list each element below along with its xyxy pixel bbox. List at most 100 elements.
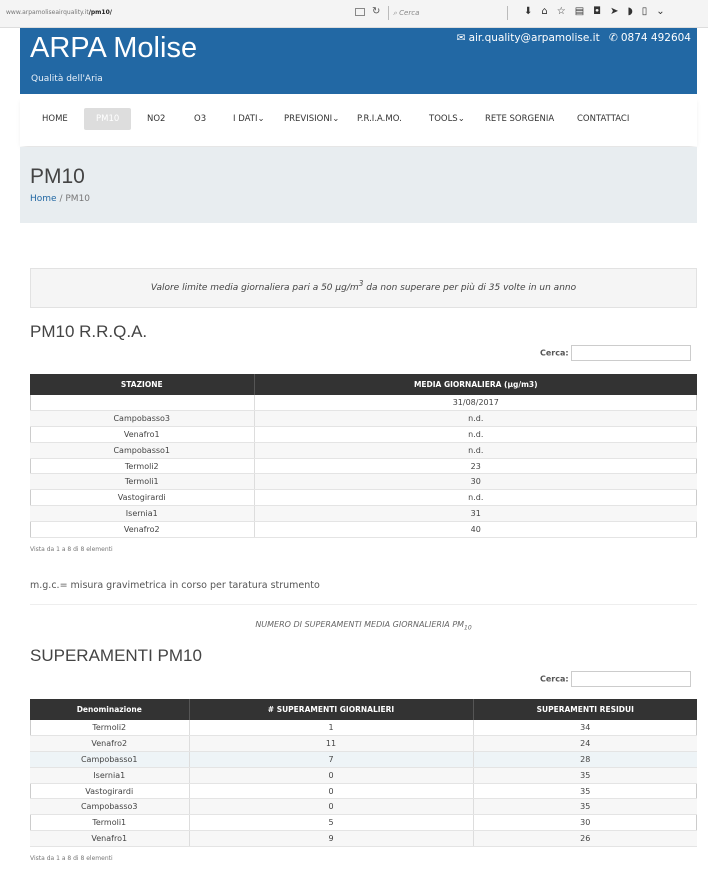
table-cell: Venafro2 bbox=[30, 521, 255, 538]
nav-previsioni[interactable]: PREVISIONI⌄ bbox=[284, 108, 339, 130]
pocket-icon[interactable]: ◘ bbox=[593, 6, 610, 17]
nav-contattaci[interactable]: CONTATTACI bbox=[577, 108, 629, 130]
envelope-icon: ✉ bbox=[456, 32, 466, 44]
overflow-icon[interactable]: ⌄ bbox=[656, 6, 673, 17]
rrqa-col-stazione[interactable]: STAZIONE bbox=[30, 374, 255, 395]
table-row: Termoli2 23 bbox=[30, 458, 697, 475]
nav-home[interactable]: HOME bbox=[42, 108, 68, 130]
superamenti-section-title: SUPERAMENTI PM10 bbox=[30, 646, 202, 665]
table-cell: Campobasso1 bbox=[30, 751, 190, 768]
site-header: ARPA Molise Qualità dell'Aria ✉ air.quali… bbox=[20, 28, 697, 94]
toolbar-icons: ⬇⌂☆▤◘➤◗▯⌄ bbox=[524, 6, 674, 17]
table-cell: Termoli1 bbox=[30, 814, 190, 832]
rrqa-table-info: Vista da 1 a 8 di 8 elementi bbox=[30, 546, 113, 553]
superamenti-search-input[interactable] bbox=[570, 671, 691, 687]
site-brand[interactable]: ARPA Molise bbox=[30, 32, 197, 65]
table-cell: n.d. bbox=[254, 442, 697, 459]
table-cell: 30 bbox=[254, 473, 697, 491]
table-cell: 26 bbox=[473, 830, 697, 847]
nav-tools-label: TOOLS bbox=[429, 114, 458, 124]
site-tagline: Qualità dell'Aria bbox=[31, 74, 103, 84]
table-row: Venafro1 9 26 bbox=[30, 830, 697, 847]
url-host: www.arpamoliseairquality.it bbox=[6, 9, 89, 16]
breadcrumb: Home / PM10 bbox=[30, 194, 90, 204]
table-cell: 0 bbox=[189, 783, 474, 800]
page-title: PM10 bbox=[30, 165, 85, 188]
main-nav: HOME PM10 NO2 O3 I DATI⌄ PREVISIONI⌄ P.R… bbox=[20, 94, 697, 146]
table-cell: 1 bbox=[189, 720, 474, 737]
nav-no2[interactable]: NO2 bbox=[147, 108, 165, 130]
nav-o3[interactable]: O3 bbox=[194, 108, 206, 130]
breadcrumb-separator: / bbox=[59, 194, 63, 204]
reload-icon[interactable]: ↻ bbox=[372, 6, 380, 17]
rrqa-search-input[interactable] bbox=[570, 345, 691, 361]
contact-info: ✉ air.quality@arpamolise.it ✆ 0874 492604 bbox=[454, 32, 691, 44]
menu-icon[interactable]: ▯ bbox=[642, 6, 657, 17]
sup-col-denominazione[interactable]: Denominazione bbox=[30, 699, 190, 720]
rrqa-table-body: 31/08/2017 Campobasso3 n.d. Venafro1 n.d. Ca… bbox=[30, 395, 697, 538]
nav-rete-sorgenia[interactable]: RETE SORGENIA bbox=[485, 108, 554, 130]
rrqa-section-title: PM10 R.R.Q.A. bbox=[30, 322, 148, 341]
chevron-down-icon: ⌄ bbox=[457, 114, 465, 124]
contact-phone: 0874 492604 bbox=[620, 32, 691, 44]
table-cell: 35 bbox=[473, 798, 697, 816]
nav-priamo[interactable]: P.R.I.A.MO. bbox=[357, 108, 402, 130]
alert-text-after: da non superare per più di 35 volte in u… bbox=[363, 283, 577, 293]
table-cell: 24 bbox=[473, 735, 697, 753]
table-row: Isernia1 0 35 bbox=[30, 767, 697, 784]
breadcrumb-home[interactable]: Home bbox=[30, 194, 57, 204]
bookmarks-icon[interactable]: ▤ bbox=[575, 6, 593, 17]
nav-i-dati-label: I DATI bbox=[233, 114, 258, 124]
table-cell: Termoli2 bbox=[30, 720, 190, 737]
table-cell: Isernia1 bbox=[30, 767, 190, 784]
address-bar[interactable]: www.arpamoliseairquality.it/pm10/ bbox=[6, 9, 112, 16]
table-cell: 30 bbox=[473, 814, 697, 832]
extension-icon[interactable]: ◗ bbox=[627, 6, 641, 17]
chevron-down-icon: ⌄ bbox=[257, 114, 265, 124]
table-cell: 34 bbox=[473, 720, 697, 737]
table-cell: Vastogirardi bbox=[30, 489, 255, 507]
caption-text: NUMERO DI SUPERAMENTI MEDIA GIORNALIERIA… bbox=[255, 620, 465, 629]
nav-pm10[interactable]: PM10 bbox=[84, 108, 132, 130]
table-row: Isernia1 31 bbox=[30, 505, 697, 522]
caption-sub: 10 bbox=[464, 624, 472, 632]
table-row: Campobasso3 n.d. bbox=[30, 410, 697, 428]
table-row: Termoli2 1 34 bbox=[30, 720, 697, 737]
send-icon[interactable]: ➤ bbox=[610, 6, 627, 17]
bookmark-star-icon[interactable]: ☆ bbox=[557, 6, 575, 17]
table-row: Venafro2 11 24 bbox=[30, 735, 697, 753]
mgc-note: m.g.c.= misura gravimetrica in corso per… bbox=[30, 580, 320, 591]
phone-icon: ✆ bbox=[609, 32, 618, 44]
table-cell: Venafro1 bbox=[30, 830, 190, 847]
superamenti-table-info: Vista da 1 a 8 di 8 elementi bbox=[30, 855, 113, 862]
table-cell: 7 bbox=[189, 751, 474, 768]
table-cell: Venafro2 bbox=[30, 735, 190, 753]
reader-view-icon[interactable] bbox=[355, 8, 365, 16]
table-cell: n.d. bbox=[254, 410, 697, 428]
table-cell: 28 bbox=[473, 751, 697, 768]
table-row: Campobasso1 7 28 bbox=[30, 751, 697, 768]
chevron-down-icon: ⌄ bbox=[332, 114, 340, 124]
home-icon[interactable]: ⌂ bbox=[541, 6, 556, 17]
browser-search-input[interactable]: ⌕ Cerca bbox=[388, 6, 508, 20]
table-row: Venafro1 n.d. bbox=[30, 426, 697, 443]
rrqa-date: 31/08/2017 bbox=[254, 395, 697, 412]
contact-email[interactable]: air.quality@arpamolise.it bbox=[469, 32, 600, 44]
nav-tools[interactable]: TOOLS⌄ bbox=[429, 108, 465, 130]
superamenti-caption: NUMERO DI SUPERAMENTI MEDIA GIORNALIERIA… bbox=[30, 620, 697, 632]
table-cell: 9 bbox=[189, 830, 474, 847]
table-cell: Isernia1 bbox=[30, 505, 255, 522]
nav-i-dati[interactable]: I DATI⌄ bbox=[233, 108, 265, 130]
superamenti-table-body: Termoli2 1 34 Venafro2 11 24 Campobasso1 7 28 Ise… bbox=[30, 720, 697, 847]
sup-col-giornalieri[interactable]: # SUPERAMENTI GIORNALIERI bbox=[189, 699, 474, 720]
sup-col-residui[interactable]: SUPERAMENTI RESIDUI bbox=[473, 699, 697, 720]
table-cell: Campobasso1 bbox=[30, 442, 255, 459]
download-icon[interactable]: ⬇ bbox=[524, 6, 541, 17]
superamenti-search: Cerca: bbox=[540, 671, 691, 687]
table-row: Vastogirardi 0 35 bbox=[30, 783, 697, 800]
rrqa-date-empty bbox=[30, 395, 255, 412]
rrqa-col-media[interactable]: MEDIA GIORNALIERA (μg/m3) bbox=[254, 374, 697, 395]
table-row: Campobasso3 0 35 bbox=[30, 798, 697, 816]
table-cell: 0 bbox=[189, 798, 474, 816]
table-row: Termoli1 30 bbox=[30, 473, 697, 491]
